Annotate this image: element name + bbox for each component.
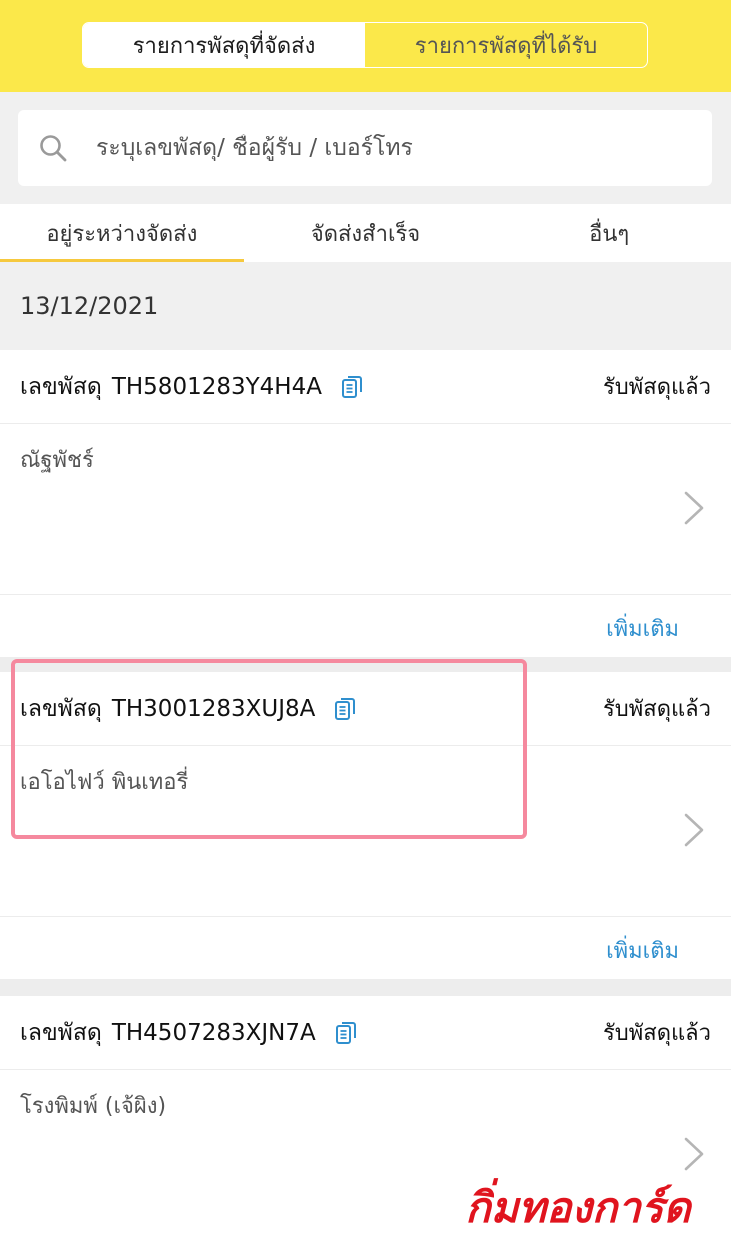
chevron-right-icon[interactable] [683, 490, 705, 526]
watermark-logo: กิ่มทองการ์ด [462, 1175, 694, 1235]
copy-icon[interactable] [340, 375, 364, 399]
recipient-name: โรงพิมพ์ (เจ้ผิง) [20, 1094, 167, 1119]
tab-others[interactable]: อื่นๆ [487, 204, 731, 262]
highlight-annotation [11, 659, 527, 839]
segment-sent-parcels[interactable]: รายการพัสดุที่จัดส่ง [83, 23, 365, 67]
more-details-link[interactable]: เพิ่มเติม [606, 611, 679, 646]
chevron-right-icon[interactable] [683, 1136, 705, 1172]
tracking-number: TH4507283XJN7A [111, 1019, 316, 1046]
tracking-number: TH5801283Y4H4A [111, 373, 322, 400]
svg-text:กิ่มทองการ์ด: กิ่มทองการ์ด [465, 1178, 693, 1232]
parcel-card-footer: เพิ่มเติม [0, 917, 731, 980]
status-tabs: อยู่ระหว่างจัดส่ง จัดส่งสำเร็จ อื่นๆ [0, 204, 731, 262]
parcel-card-body[interactable]: ณัฐพัชร์ [0, 424, 731, 595]
segment-received-parcels[interactable]: รายการพัสดุที่ได้รับ [365, 23, 647, 67]
copy-icon[interactable] [334, 1021, 358, 1045]
date-label: 13/12/2021 [20, 292, 159, 320]
chevron-right-icon[interactable] [683, 812, 705, 848]
parcel-card-header: เลขพัสดุ TH5801283Y4H4A รับพัสดุแล้ว [0, 350, 731, 424]
tracking-label: เลขพัสดุ [20, 1019, 102, 1046]
parcel-card-footer: เพิ่มเติม [0, 595, 731, 658]
tracking-label: เลขพัสดุ [20, 373, 102, 400]
parcel-status: รับพัสดุแล้ว [602, 697, 711, 722]
parcel-card: เลขพัสดุ TH5801283Y4H4A รับพัสดุแล้ว ณัฐ… [0, 350, 731, 657]
top-header: รายการพัสดุที่จัดส่ง รายการพัสดุที่ได้รั… [0, 0, 731, 92]
search-box[interactable] [18, 110, 712, 186]
search-icon [40, 135, 67, 162]
parcel-status: รับพัสดุแล้ว [602, 1021, 711, 1046]
search-section [0, 92, 731, 204]
tab-in-transit[interactable]: อยู่ระหว่างจัดส่ง [0, 204, 244, 262]
more-details-link[interactable]: เพิ่มเติม [606, 933, 679, 968]
recipient-name: ณัฐพัชร์ [20, 448, 94, 473]
parcel-status: รับพัสดุแล้ว [602, 375, 711, 400]
search-input[interactable] [94, 134, 658, 162]
date-group-header: 13/12/2021 [0, 262, 731, 350]
parcel-card-header: เลขพัสดุ TH4507283XJN7A รับพัสดุแล้ว [0, 996, 731, 1070]
shipment-type-switch: รายการพัสดุที่จัดส่ง รายการพัสดุที่ได้รั… [82, 22, 648, 68]
tab-delivered[interactable]: จัดส่งสำเร็จ [244, 204, 488, 262]
